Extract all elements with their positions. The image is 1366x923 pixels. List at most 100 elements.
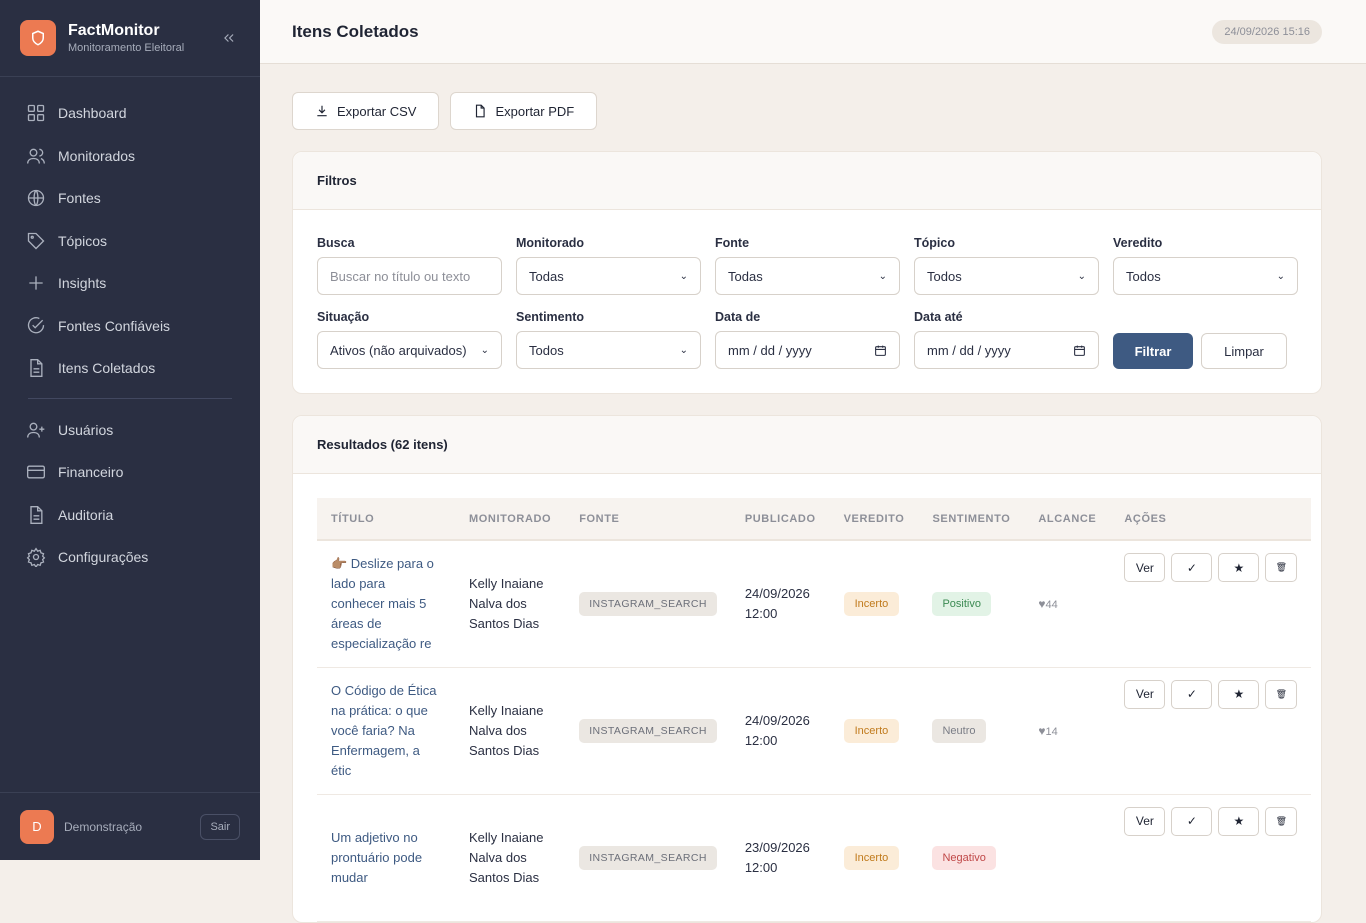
calendar-icon[interactable] bbox=[1073, 344, 1086, 357]
date-to-placeholder: mm / dd / yyyy bbox=[927, 342, 1011, 358]
results-card: Resultados (62 itens) TÍTULO MONITORADO … bbox=[292, 415, 1322, 923]
sidebar-divider bbox=[28, 397, 232, 399]
sentiment-badge: Negativo bbox=[932, 845, 996, 870]
collapse-sidebar-icon[interactable] bbox=[218, 27, 240, 49]
reach-value: 44 bbox=[1045, 598, 1058, 611]
clear-button[interactable]: Limpar bbox=[1201, 333, 1287, 369]
column-header[interactable]: ALCANCE bbox=[1024, 498, 1110, 540]
archive-button[interactable]: 🗑 bbox=[1265, 679, 1298, 709]
column-header[interactable]: TÍTULO bbox=[317, 498, 455, 540]
column-header[interactable]: MONITORADO bbox=[455, 498, 565, 540]
archive-button[interactable]: 🗑 bbox=[1265, 553, 1298, 582]
column-header[interactable]: FONTE bbox=[565, 498, 731, 540]
sidebar-item-auditoria[interactable]: Auditoria bbox=[0, 494, 260, 537]
archive-button[interactable]: 🗑 bbox=[1265, 806, 1298, 836]
topico-value: Todos bbox=[927, 268, 962, 284]
sidebar-item-monitorados[interactable]: Monitorados bbox=[0, 135, 260, 178]
verdict-badge: Incerto bbox=[843, 718, 900, 743]
data-de-label: Data de bbox=[715, 310, 761, 324]
view-button[interactable]: Ver bbox=[1124, 806, 1166, 836]
reach-cell: ♥44 bbox=[1024, 540, 1111, 668]
calendar-icon[interactable] bbox=[874, 344, 887, 357]
search-input[interactable]: Buscar no título ou texto bbox=[317, 257, 502, 295]
star-button[interactable]: ★ bbox=[1218, 679, 1260, 709]
star-button[interactable]: ★ bbox=[1218, 553, 1260, 582]
table-header-row: TÍTULO MONITORADO FONTE PUBLICADO VEREDI… bbox=[317, 498, 1312, 540]
sidebar-item-insights[interactable]: Insights bbox=[0, 262, 260, 305]
table-row: O Código de Ética na prática: o que você… bbox=[317, 667, 1312, 795]
sidebar-item-label: Auditoria bbox=[58, 506, 114, 523]
veredito-value: Todos bbox=[1126, 268, 1161, 284]
shield-logo-icon bbox=[20, 20, 56, 56]
item-title-link[interactable]: Um adjetivo no prontuário pode mudar bbox=[331, 828, 441, 888]
reach-value: 14 bbox=[1045, 725, 1058, 738]
data-ate-label: Data até bbox=[914, 310, 963, 324]
export-csv-label: Exportar CSV bbox=[337, 103, 417, 119]
sidebar-item-label: Dashboard bbox=[58, 105, 127, 122]
item-title-link[interactable]: O Código de Ética na prática: o que você… bbox=[331, 681, 441, 781]
sidebar-item-label: Financeiro bbox=[58, 464, 124, 481]
date-to-input[interactable]: mm / dd / yyyy bbox=[914, 331, 1099, 369]
column-header[interactable]: PUBLICADO bbox=[731, 498, 830, 540]
export-csv-button[interactable]: Exportar CSV bbox=[292, 92, 440, 130]
sidebar-item-label: Monitorados bbox=[58, 147, 136, 164]
sidebar-item-dashboard[interactable]: Dashboard bbox=[0, 92, 260, 135]
approve-button[interactable]: ✓ bbox=[1171, 679, 1213, 709]
sidebar-item-topicos[interactable]: Tópicos bbox=[0, 220, 260, 263]
date-from-placeholder: mm / dd / yyyy bbox=[728, 342, 812, 358]
sidebar-item-financeiro[interactable]: Financeiro bbox=[0, 451, 260, 494]
situacao-label: Situação bbox=[317, 310, 370, 324]
monitored-cell: Kelly Inaiane Nalva dos Santos Dias bbox=[455, 540, 566, 668]
fonte-select[interactable]: Todas ⌄ bbox=[715, 257, 900, 295]
monitorado-label: Monitorado bbox=[516, 236, 585, 250]
view-button[interactable]: Ver bbox=[1124, 679, 1166, 709]
item-title-link[interactable]: 👉🏽 Deslize para o lado para conhecer mai… bbox=[331, 554, 441, 654]
sidebar-item-configuracoes[interactable]: Configurações bbox=[0, 536, 260, 579]
published-cell: 23/09/2026 12:00 bbox=[730, 794, 830, 922]
date-from-input[interactable]: mm / dd / yyyy bbox=[715, 331, 900, 369]
sidebar-item-fontes[interactable]: Fontes bbox=[0, 177, 260, 220]
monitored-cell: Kelly Inaiane Nalva dos Santos Dias bbox=[455, 794, 566, 922]
export-pdf-label: Exportar PDF bbox=[495, 103, 575, 119]
busca-label: Busca bbox=[317, 236, 355, 250]
veredito-label: Veredito bbox=[1113, 236, 1163, 250]
heart-icon: ♥ bbox=[1038, 723, 1046, 738]
veredito-select[interactable]: Todos ⌄ bbox=[1113, 257, 1298, 295]
verdict-badge: Incerto bbox=[843, 591, 900, 616]
export-pdf-button[interactable]: Exportar PDF bbox=[450, 92, 598, 130]
approve-button[interactable]: ✓ bbox=[1171, 553, 1213, 582]
chevron-down-icon: ⌄ bbox=[1077, 270, 1086, 282]
situacao-select[interactable]: Ativos (não arquivados) ⌄ bbox=[317, 331, 502, 369]
sentimento-select[interactable]: Todos ⌄ bbox=[516, 331, 701, 369]
fonte-value: Todas bbox=[728, 268, 763, 284]
logout-button[interactable]: Sair bbox=[200, 813, 240, 840]
topico-select[interactable]: Todos ⌄ bbox=[914, 257, 1099, 295]
page-title: Itens Coletados bbox=[292, 21, 419, 41]
column-header: AÇÕES bbox=[1124, 512, 1167, 525]
column-header[interactable]: SENTIMENTO bbox=[918, 498, 1024, 540]
user-box: D Demonstração Sair bbox=[0, 792, 260, 860]
reach-cell bbox=[1024, 794, 1111, 922]
approve-button[interactable]: ✓ bbox=[1171, 806, 1213, 836]
filter-actions: Filtrar Limpar bbox=[1113, 310, 1298, 369]
actions-cell: Ver ✓ ★ 🗑 bbox=[1110, 667, 1312, 795]
table-row: 👉🏽 Deslize para o lado para conhecer mai… bbox=[317, 540, 1312, 668]
users-icon bbox=[27, 148, 45, 164]
filter-button[interactable]: Filtrar bbox=[1113, 333, 1193, 369]
sentiment-badge: Positivo bbox=[932, 591, 991, 616]
filters-form: Busca Buscar no título ou texto Monitora… bbox=[293, 210, 1321, 393]
chevron-down-icon: ⌄ bbox=[679, 344, 688, 356]
user-plus-icon bbox=[27, 422, 45, 438]
column-header[interactable]: VEREDITO bbox=[830, 498, 919, 540]
sentimento-label: Sentimento bbox=[516, 310, 585, 324]
sidebar-item-fontes-confiaveis[interactable]: Fontes Confiáveis bbox=[0, 305, 260, 348]
view-button[interactable]: Ver bbox=[1124, 553, 1166, 582]
grid-icon bbox=[27, 105, 45, 122]
sidebar-item-usuarios[interactable]: Usuários bbox=[0, 409, 260, 452]
star-button[interactable]: ★ bbox=[1218, 806, 1260, 836]
monitorado-select[interactable]: Todas ⌄ bbox=[516, 257, 701, 295]
source-badge: INSTAGRAM_SEARCH bbox=[579, 591, 717, 616]
sidebar-item-itens-coletados[interactable]: Itens Coletados bbox=[0, 347, 260, 390]
table-row: Um adjetivo no prontuário pode mudar Kel… bbox=[317, 794, 1312, 922]
sidebar-item-label: Usuários bbox=[58, 421, 114, 438]
